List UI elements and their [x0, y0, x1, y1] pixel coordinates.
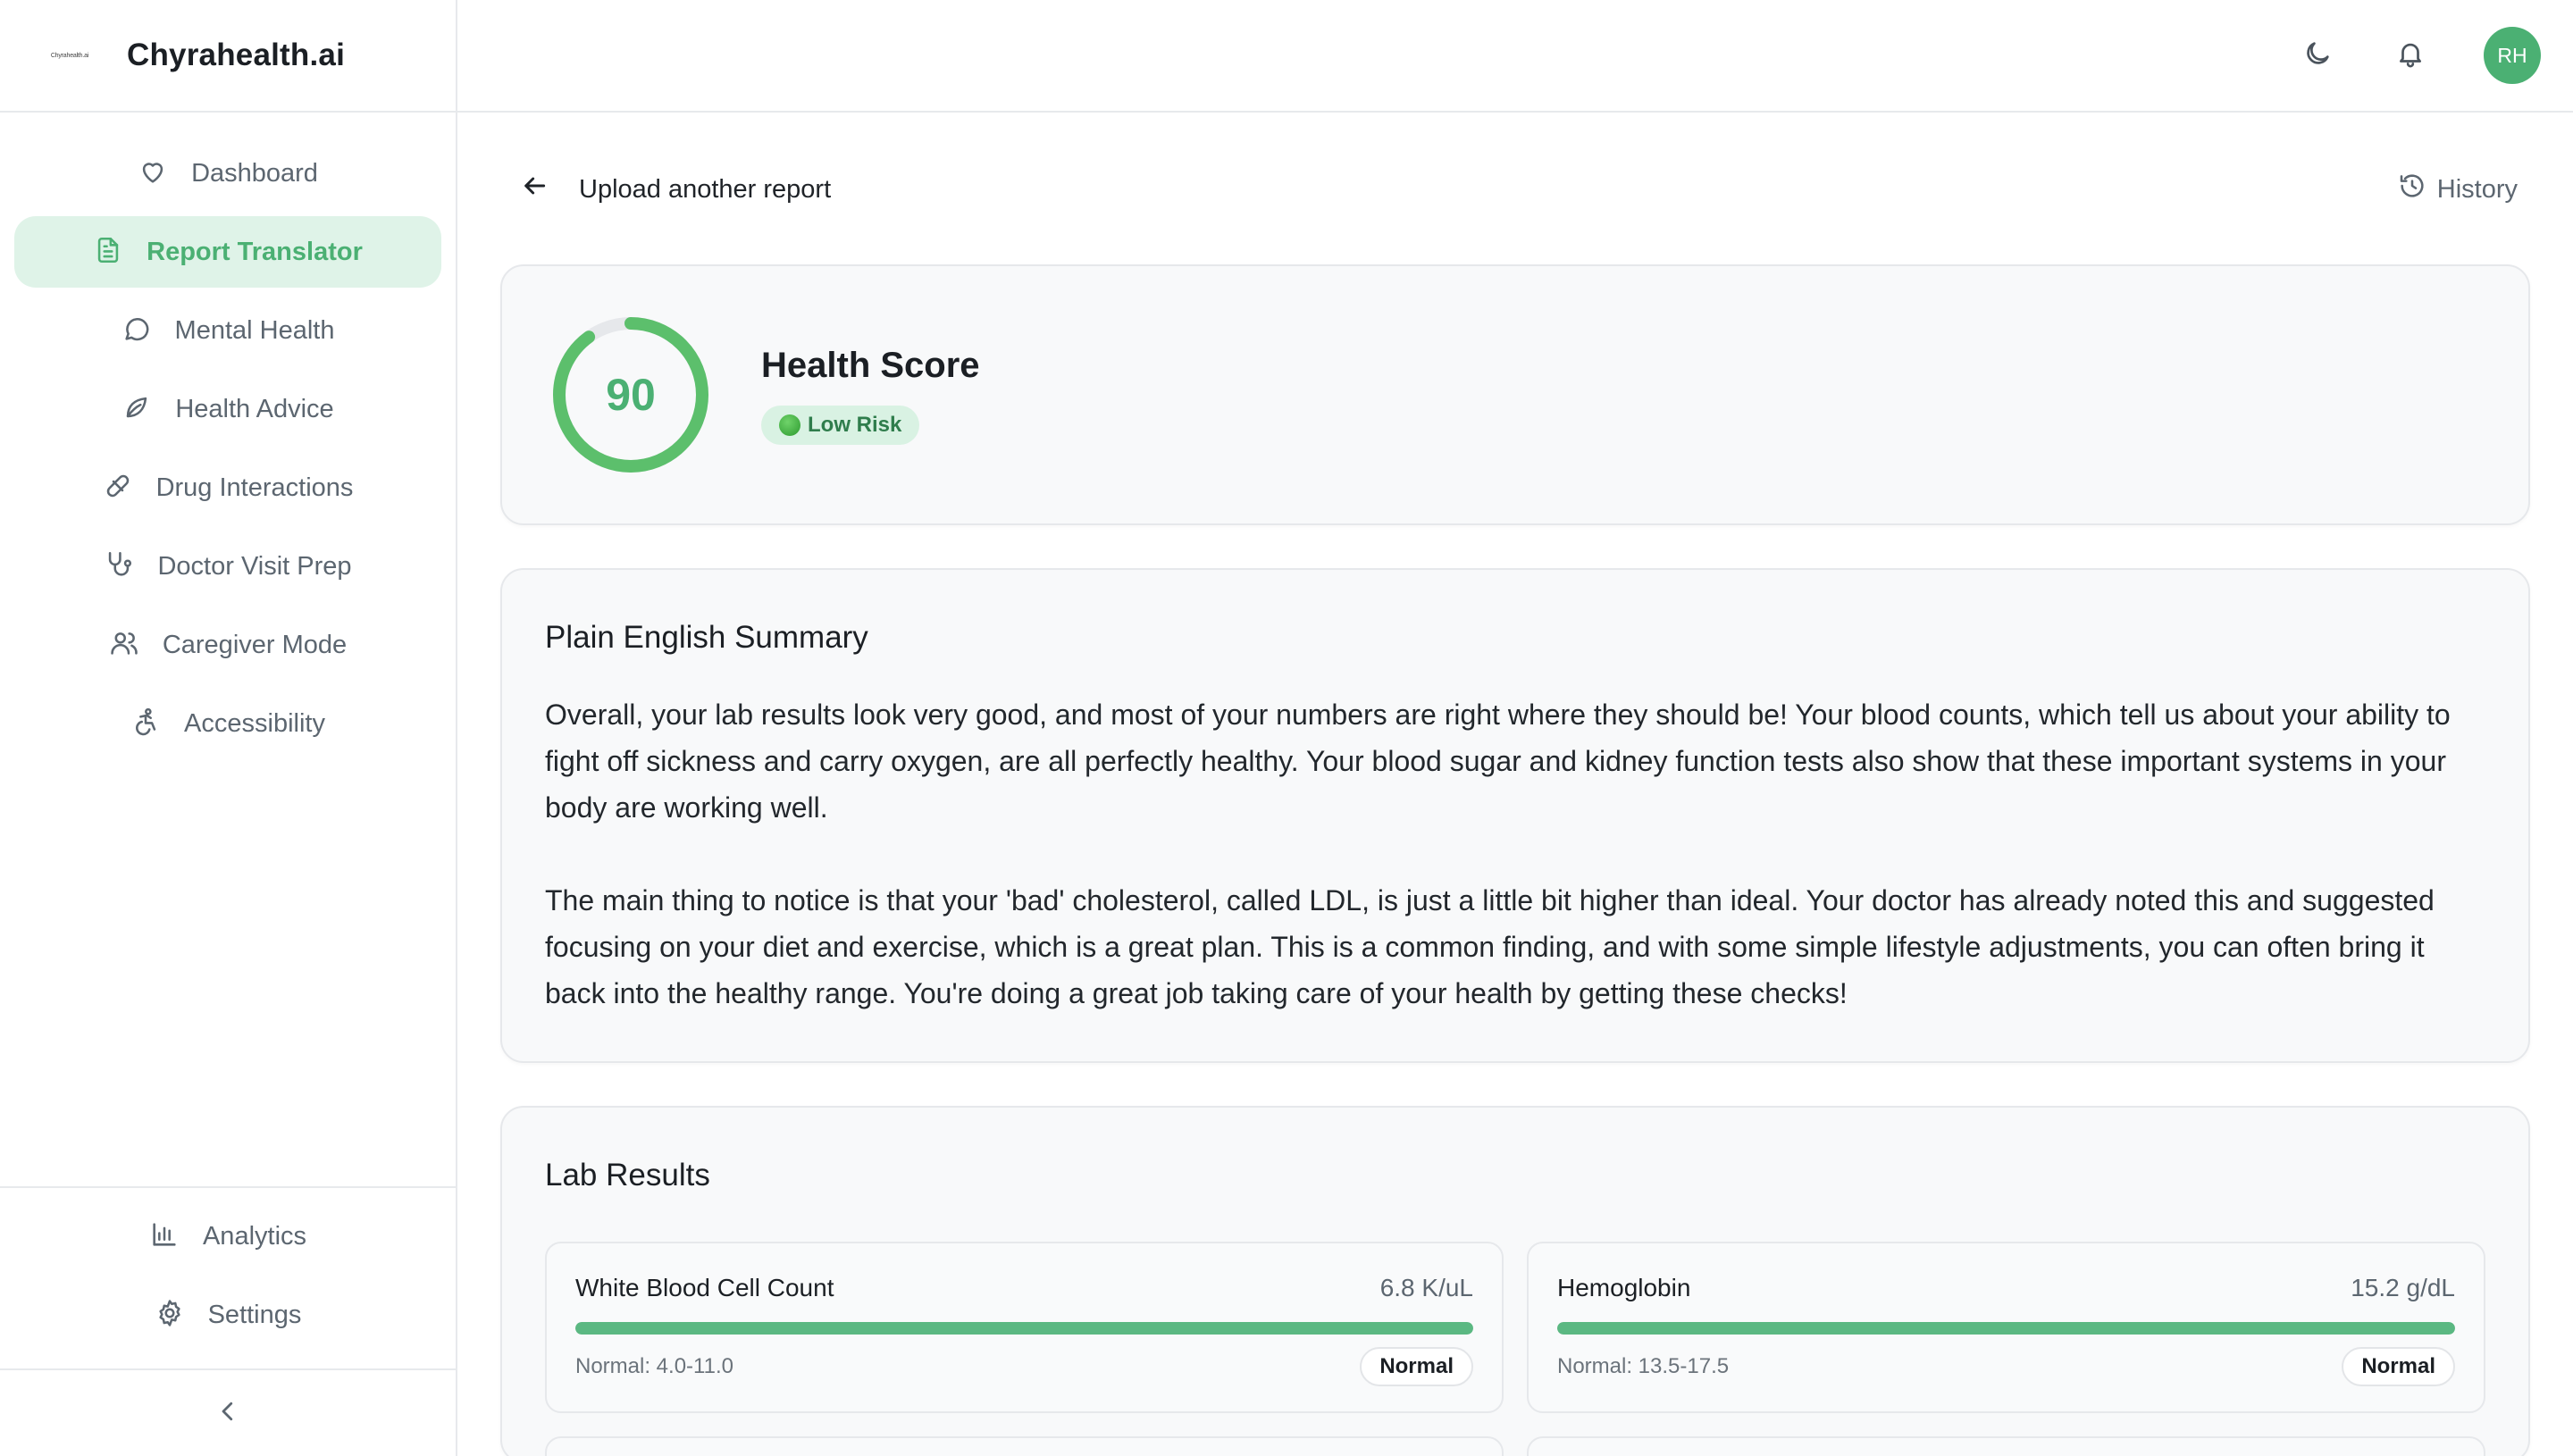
theme-toggle-button[interactable] — [2298, 36, 2337, 75]
sidebar-item-caregiver-mode[interactable]: Caregiver Mode — [14, 609, 441, 681]
health-score-ring: 90 — [550, 314, 711, 475]
brand-name: Chyrahealth.ai — [127, 38, 345, 72]
lab-result-item[interactable]: Hemoglobin 15.2 g/dL Normal: 13.5-17.5 N… — [1527, 1242, 2485, 1413]
history-label: History — [2436, 174, 2518, 204]
upload-another-report-button[interactable]: Upload another report — [520, 172, 831, 207]
sidebar-item-analytics[interactable]: Analytics — [14, 1201, 441, 1272]
arrow-left-icon — [520, 172, 579, 207]
sidebar-collapse-button[interactable] — [0, 1368, 456, 1456]
health-score-title: Health Score — [761, 345, 980, 385]
page-subheader: Upload another report History — [500, 114, 2530, 264]
summary-card: Plain English Summary Overall, your lab … — [500, 568, 2530, 1063]
bell-icon — [2395, 38, 2426, 73]
gear-icon — [155, 1298, 189, 1332]
sidebar-item-label: Caregiver Mode — [162, 630, 348, 659]
sidebar-item-label: Report Translator — [147, 237, 363, 266]
sidebar: Chyrahealth.ai Chyrahealth.ai Dashboard … — [0, 0, 457, 1456]
lab-status-badge: Normal — [2342, 1347, 2455, 1386]
lab-value: 15.2 g/dL — [2351, 1274, 2455, 1301]
lab-name: Hemoglobin — [1557, 1274, 1691, 1301]
lab-name: White Blood Cell Count — [575, 1274, 834, 1301]
sidebar-item-label: Mental Health — [174, 315, 335, 345]
brand-logo: Chyrahealth.ai — [36, 36, 104, 75]
users-icon — [109, 628, 143, 662]
lab-results-grid: White Blood Cell Count 6.8 K/uL Normal: … — [545, 1242, 2485, 1456]
sidebar-item-label: Analytics — [202, 1221, 307, 1251]
history-button[interactable]: History — [2398, 172, 2518, 207]
back-label: Upload another report — [579, 174, 832, 204]
health-score-info: Health Score Low Risk — [761, 346, 980, 445]
sidebar-item-label: Health Advice — [175, 394, 334, 423]
sidebar-item-dashboard[interactable]: Dashboard — [14, 138, 441, 209]
summary-paragraph: The main thing to notice is that your 'b… — [545, 884, 2435, 1009]
sidebar-item-label: Doctor Visit Prep — [157, 551, 352, 581]
notifications-button[interactable] — [2391, 36, 2430, 75]
brand[interactable]: Chyrahealth.ai Chyrahealth.ai — [0, 0, 456, 113]
lab-results-card: Lab Results White Blood Cell Count 6.8 K… — [500, 1106, 2530, 1456]
sidebar-item-label: Drug Interactions — [155, 473, 354, 502]
lab-progress-fill — [1557, 1322, 2455, 1335]
moon-icon — [2302, 38, 2333, 73]
lab-result-item[interactable] — [1527, 1436, 2485, 1456]
sidebar-item-health-advice[interactable]: Health Advice — [14, 373, 441, 445]
health-score-card: 90 Health Score Low Risk — [500, 264, 2530, 525]
risk-badge: Low Risk — [761, 405, 920, 445]
sidebar-bottom: Analytics Settings — [0, 1186, 456, 1358]
lab-result-item[interactable]: White Blood Cell Count 6.8 K/uL Normal: … — [545, 1242, 1504, 1413]
main-content: Upload another report History 90 Health … — [457, 114, 2573, 1456]
heart-icon — [138, 156, 172, 190]
sidebar-nav: Dashboard Report Translator Mental Healt… — [0, 113, 456, 759]
health-score-value: 90 — [606, 370, 656, 420]
sidebar-item-label: Dashboard — [191, 158, 318, 188]
stethoscope-icon — [104, 549, 138, 583]
risk-label: Low Risk — [808, 412, 902, 437]
bar-chart-icon — [149, 1219, 183, 1253]
leaf-icon — [122, 392, 155, 426]
pill-icon — [103, 471, 137, 505]
app-window: Chyrahealth.ai Chyrahealth.ai Dashboard … — [0, 0, 2573, 1456]
summary-text: Overall, your lab results look very good… — [545, 691, 2485, 1017]
lab-value: 6.8 K/uL — [1379, 1274, 1473, 1301]
history-icon — [2398, 172, 2437, 207]
sidebar-item-doctor-visit-prep[interactable]: Doctor Visit Prep — [14, 531, 441, 602]
chat-bubble-icon — [122, 314, 155, 347]
green-circle-icon — [779, 414, 800, 436]
document-icon — [93, 235, 127, 269]
sidebar-item-label: Accessibility — [184, 708, 325, 738]
sidebar-item-mental-health[interactable]: Mental Health — [14, 295, 441, 366]
sidebar-item-accessibility[interactable]: Accessibility — [14, 688, 441, 759]
sidebar-item-label: Settings — [207, 1300, 302, 1329]
summary-paragraph: Overall, your lab results look very good… — [545, 699, 2451, 824]
sidebar-item-drug-interactions[interactable]: Drug Interactions — [14, 452, 441, 523]
sidebar-item-report-translator[interactable]: Report Translator — [14, 216, 441, 288]
lab-range: Normal: 13.5-17.5 — [1557, 1354, 1730, 1378]
lab-results-title: Lab Results — [545, 1158, 710, 1192]
chevron-left-icon — [214, 1398, 241, 1429]
accessibility-icon — [130, 707, 164, 741]
summary-title: Plain English Summary — [545, 620, 868, 655]
lab-range: Normal: 4.0-11.0 — [575, 1354, 733, 1378]
lab-progress-bar — [575, 1322, 1473, 1335]
lab-status-badge: Normal — [1360, 1347, 1473, 1386]
lab-progress-bar — [1557, 1322, 2455, 1335]
lab-result-item[interactable] — [545, 1436, 1504, 1456]
avatar[interactable]: RH — [2484, 27, 2541, 84]
topbar: RH — [457, 0, 2573, 113]
lab-progress-fill — [575, 1322, 1473, 1335]
sidebar-item-settings[interactable]: Settings — [14, 1279, 441, 1351]
